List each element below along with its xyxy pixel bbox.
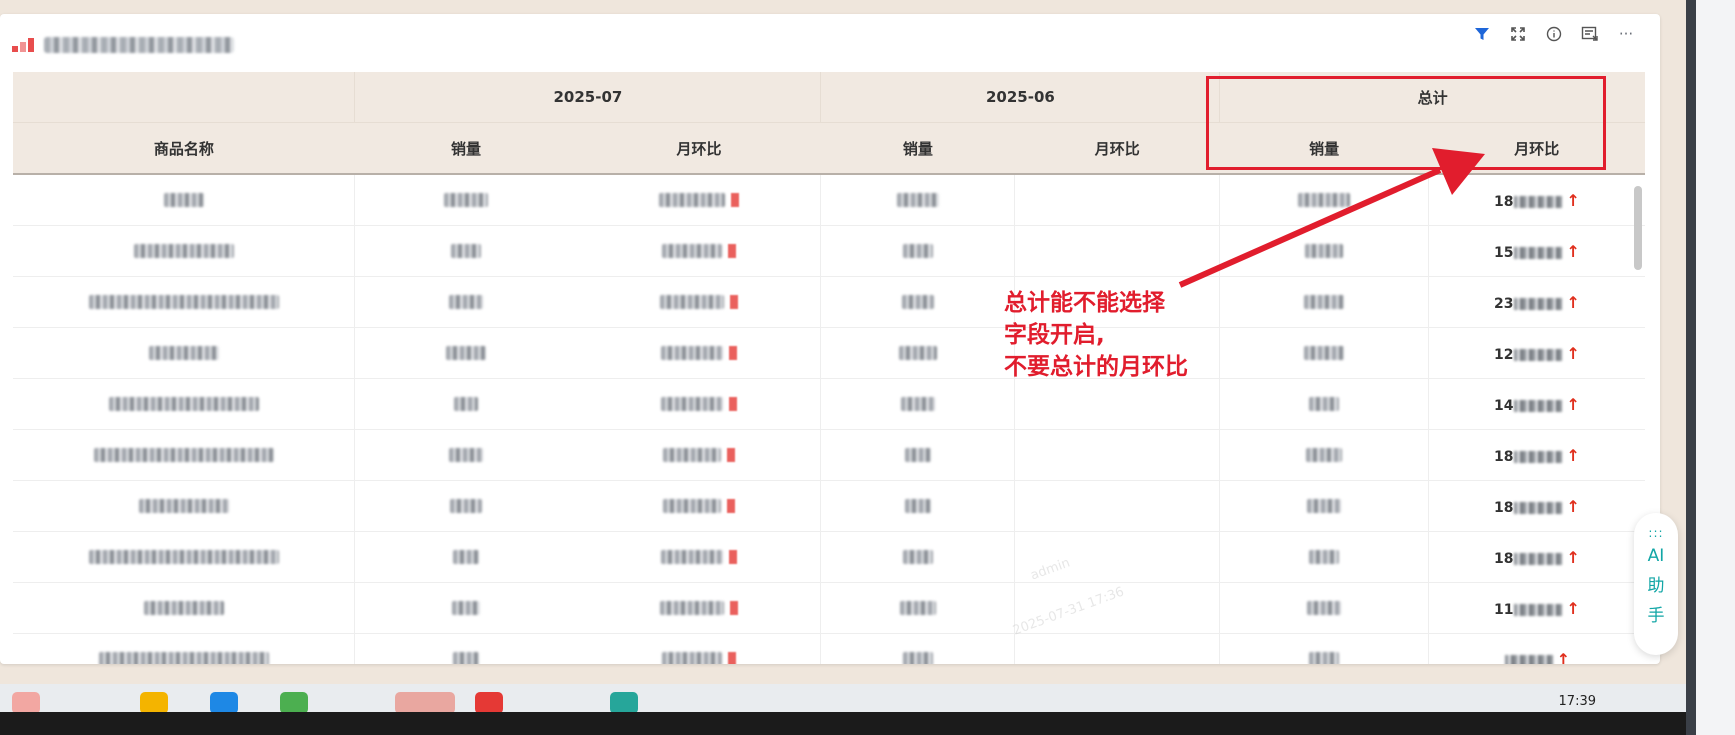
folder-icon[interactable] (140, 692, 168, 714)
annotation-line-2: 字段开启, (1004, 322, 1105, 348)
annotation-note: 总计能不能选择 字段开启, 不要总计的月环比 (1004, 287, 1188, 383)
app-icon[interactable] (610, 692, 638, 714)
taskbar-dark-strip (0, 712, 1686, 735)
annotation-line-3: 不要总计的月环比 (1004, 354, 1188, 380)
adjacent-window (1696, 0, 1735, 735)
annotation-arrow (1178, 148, 1485, 288)
app-icon[interactable] (12, 692, 40, 714)
ai-assistant-label-ai: AI (1647, 546, 1665, 566)
taskbar-clock: 17:39 (1558, 694, 1596, 709)
ai-assistant-label-shou: 手 (1647, 606, 1665, 626)
annotation-line-1: 总计能不能选择 (1004, 290, 1165, 316)
app-icon[interactable] (475, 692, 503, 714)
ai-assistant-button[interactable]: ::: AI 助 手 (1634, 513, 1678, 655)
os-taskbar: 17:39 (0, 684, 1686, 735)
active-app-icon[interactable] (395, 692, 455, 714)
dots-icon: ::: (1648, 526, 1664, 540)
window-divider (1686, 0, 1696, 735)
app-icon[interactable] (280, 692, 308, 714)
ai-assistant-label-zhu: 助 (1647, 576, 1665, 596)
browser-icon[interactable] (210, 692, 238, 714)
